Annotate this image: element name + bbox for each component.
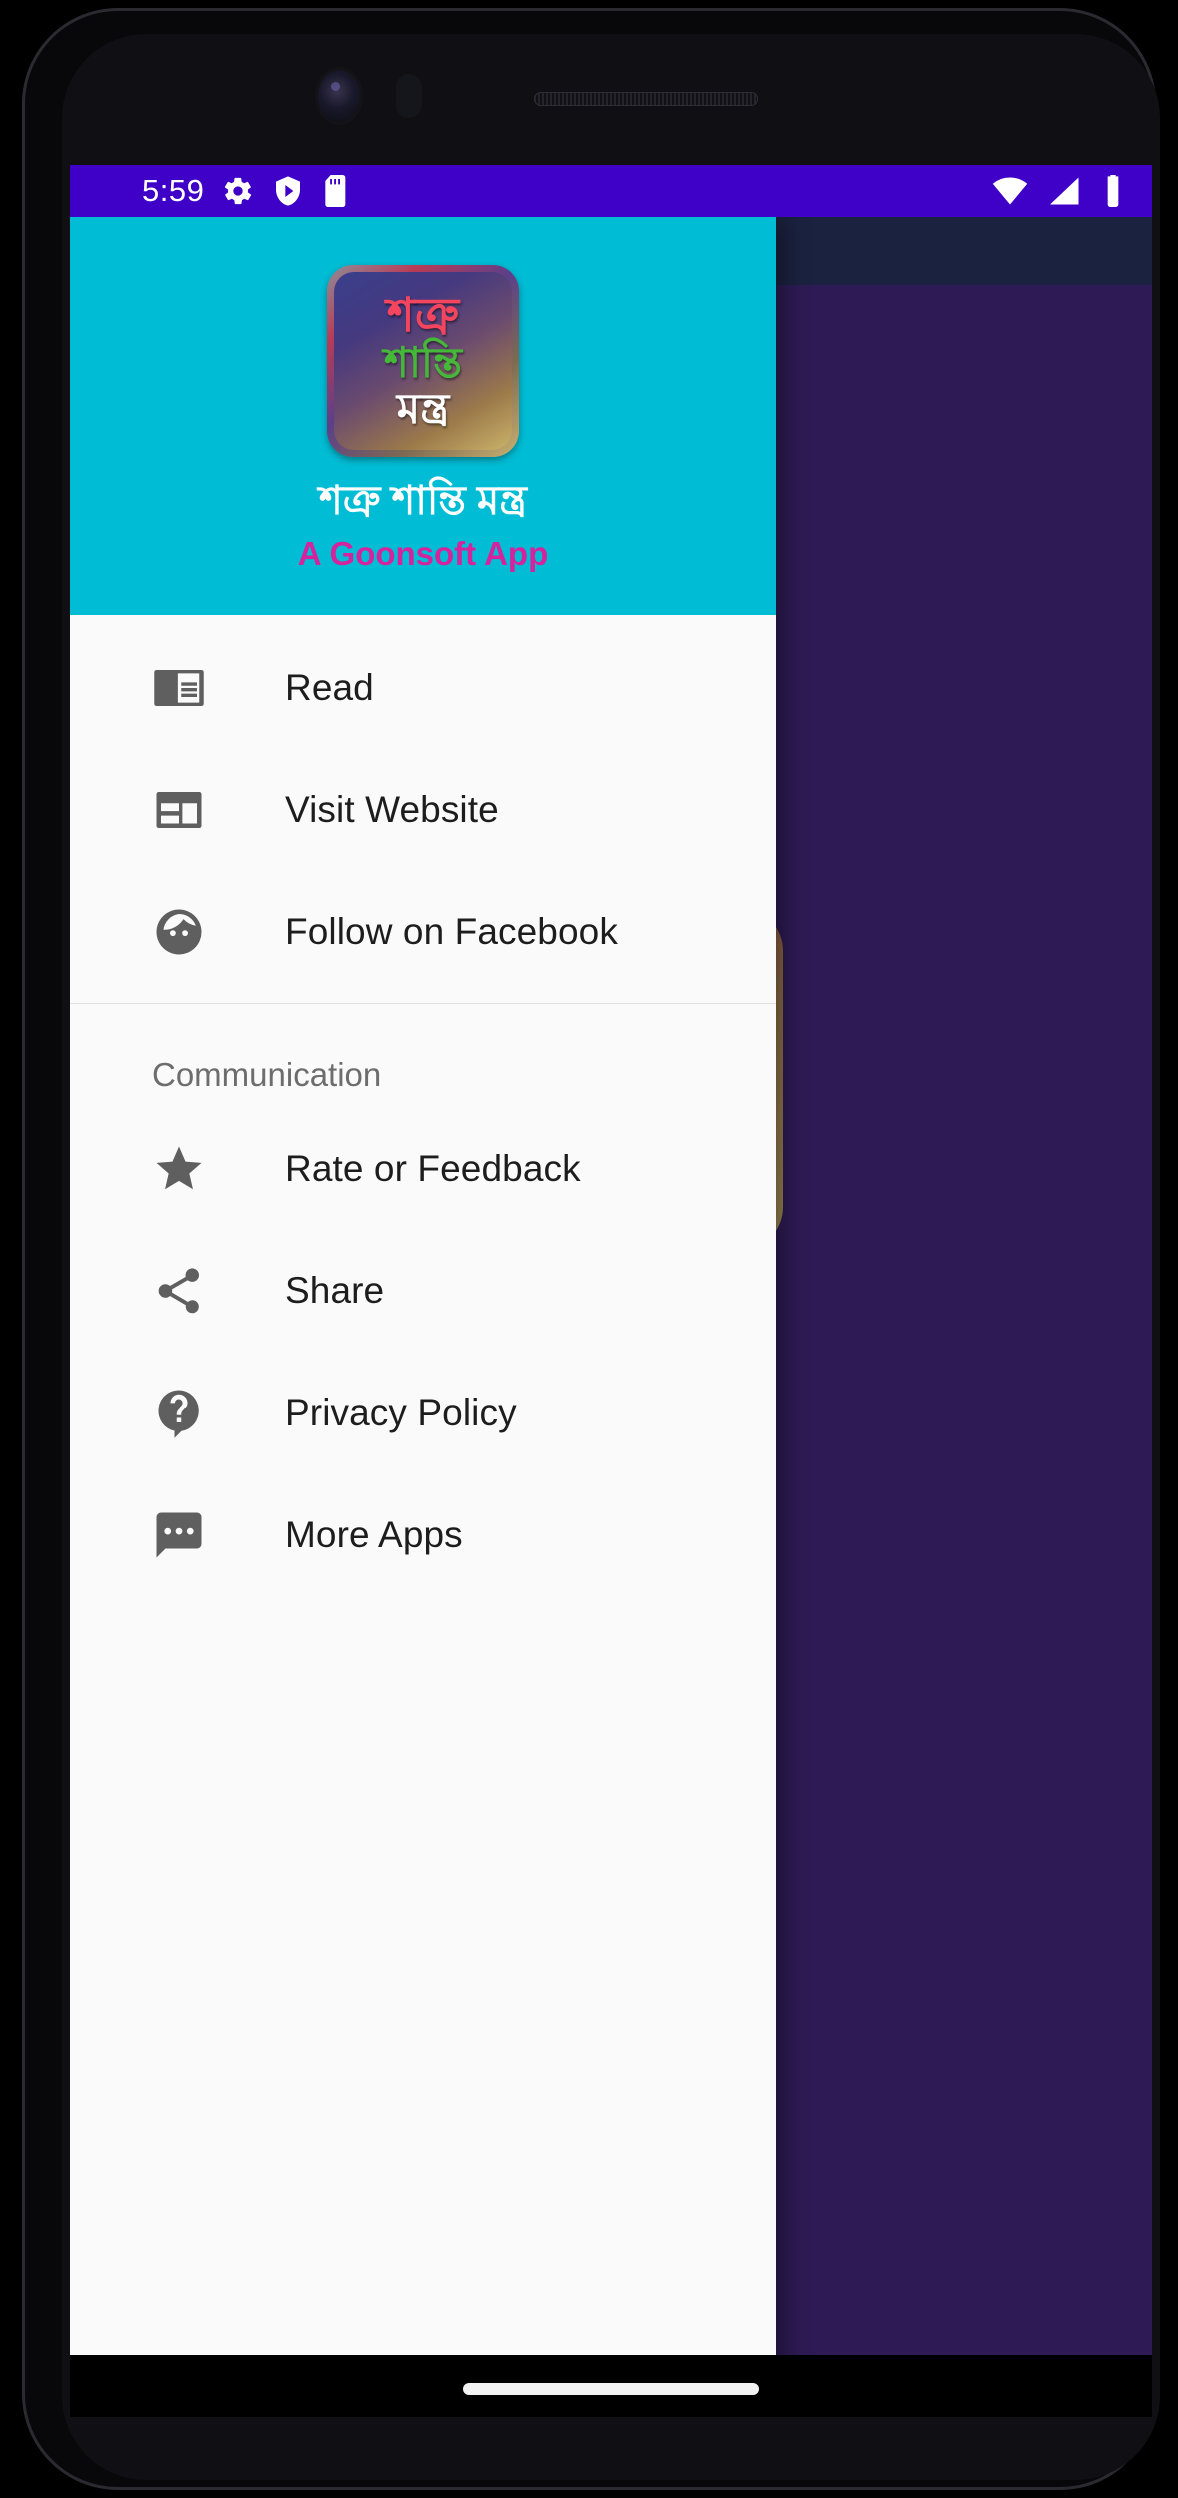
chrome-reader-mode-icon: [150, 659, 208, 717]
menu-item-follow-on-facebook[interactable]: Follow on Facebook: [70, 871, 776, 993]
menu-item-label: Share: [285, 1270, 385, 1311]
drawer-header: শত্রু শান্তি মন্ত্র শত্রু শান্তি মন্ত্র …: [70, 217, 776, 615]
menu-item-read[interactable]: Read: [70, 627, 776, 749]
phone-screen: শত্রু শান্তি মন্ত্র 5:59: [70, 165, 1152, 2417]
menu-item-privacy-policy[interactable]: Privacy Policy: [70, 1352, 776, 1474]
earpiece-speaker: [534, 92, 758, 106]
help-question-icon: [150, 1384, 208, 1442]
share-icon: [150, 1262, 208, 1320]
home-gesture-bar[interactable]: [463, 2383, 759, 2395]
drawer-menu-list: Read Visit Website Follow on Facebook Co…: [70, 615, 776, 2417]
menu-item-share[interactable]: Share: [70, 1230, 776, 1352]
status-bar-clock: 5:59: [142, 173, 205, 208]
cellular-signal-icon: [1050, 177, 1079, 205]
app-logo-line-1: শত্রু: [386, 288, 460, 342]
wifi-icon: [992, 177, 1028, 205]
menu-item-visit-website[interactable]: Visit Website: [70, 749, 776, 871]
menu-section-title-communication: Communication: [152, 1056, 382, 1093]
face-icon: [150, 903, 208, 961]
drawer-app-name: শত্রু শান্তি মন্ত্র: [319, 479, 527, 523]
menu-item-label: Rate or Feedback: [285, 1148, 581, 1189]
status-bar-right: [992, 175, 1124, 207]
web-page-icon: [150, 781, 208, 839]
phone-frame: শত্রু শান্তি মন্ত্র 5:59: [22, 8, 1160, 2490]
status-bar: 5:59: [70, 165, 1152, 217]
app-logo-line-3: মন্ত্র: [396, 384, 450, 432]
navigation-drawer: শত্রু শান্তি মন্ত্র শত্রু শান্তি মন্ত্র …: [70, 217, 776, 2417]
status-bar-left: 5:59: [142, 173, 350, 209]
more-apps-chat-icon: [150, 1506, 208, 1564]
menu-item-rate-or-feedback[interactable]: Rate or Feedback: [70, 1108, 776, 1230]
app-logo-line-2: শান্তি: [384, 339, 462, 387]
menu-item-label: Read: [285, 667, 374, 708]
front-camera: [318, 70, 360, 122]
gear-icon: [225, 177, 252, 205]
menu-item-label: Privacy Policy: [285, 1392, 517, 1433]
drawer-app-subtitle: A Goonsoft App: [297, 535, 549, 572]
menu-item-label: Follow on Facebook: [285, 911, 618, 952]
shield-play-icon: [276, 176, 301, 206]
menu-item-label: Visit Website: [285, 789, 499, 830]
app-logo-icon: শত্রু শান্তি মন্ত্র: [327, 265, 519, 457]
proximity-sensor: [396, 74, 422, 118]
star-icon: [150, 1140, 208, 1198]
menu-item-more-apps[interactable]: More Apps: [70, 1474, 776, 1596]
sd-card-icon: [325, 175, 346, 207]
battery-full-icon: [1107, 175, 1119, 207]
menu-item-label: More Apps: [285, 1514, 463, 1555]
